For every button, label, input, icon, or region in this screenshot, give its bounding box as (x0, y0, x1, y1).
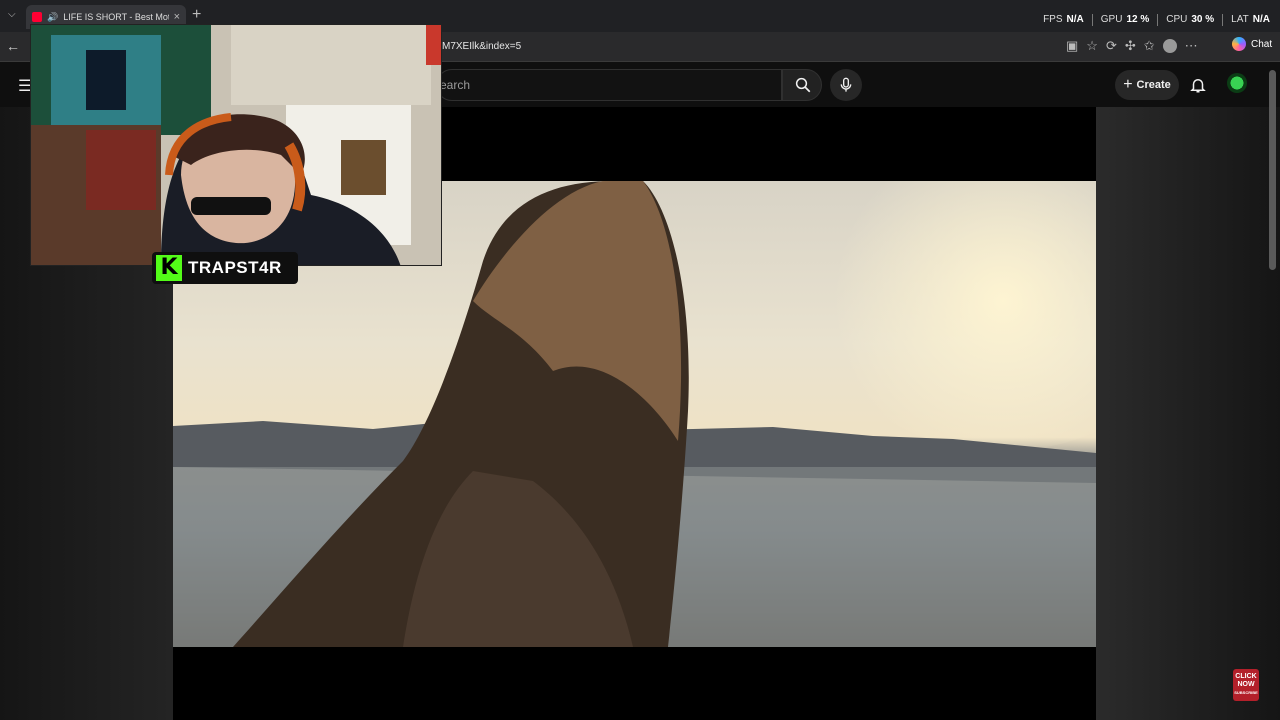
click-now-line: CLICK (1235, 673, 1257, 680)
divider (1222, 14, 1224, 26)
streamer-name: TRAPST4R (188, 258, 282, 277)
toolbar-icons: ▣ ☆ ⟳ ✣ ✩ ⋯ (1066, 38, 1198, 54)
youtube-favicon-icon (32, 12, 42, 22)
gpu-stat: GPU 12 % (1100, 14, 1150, 25)
chat-label: Chat (1251, 38, 1273, 50)
page-background-right (1096, 107, 1280, 720)
bell-icon (1190, 79, 1206, 93)
account-avatar[interactable] (1227, 73, 1247, 93)
speaker-icon[interactable]: 🔊 (47, 12, 58, 23)
tab-list-icon[interactable]: ⌵ (8, 9, 16, 20)
address-bar-url[interactable]: M7XEIlk&index=5 (442, 41, 521, 52)
copilot-chat-button[interactable]: Chat (1232, 37, 1272, 51)
tab-title: LIFE IS SHORT - Best Motivati (63, 12, 168, 22)
streamer-badge: K TRAPST4R (152, 252, 298, 284)
click-now-line: SUBSCRIBE (1234, 690, 1258, 695)
voice-search-button[interactable] (830, 69, 862, 101)
fps-stat: FPS N/A (1043, 14, 1084, 25)
click-now-subscribe-badge[interactable]: CLICK NOW SUBSCRIBE (1233, 669, 1259, 701)
kick-logo-icon: K (156, 255, 182, 281)
cpu-stat: CPU 30 % (1166, 14, 1215, 25)
notifications-button[interactable] (1189, 75, 1207, 100)
lat-stat: LAT N/A (1231, 14, 1270, 25)
webcam-overlay (30, 24, 442, 266)
refresh-icon[interactable]: ⟳ (1106, 38, 1117, 54)
webcam-feed (31, 25, 441, 265)
performance-overlay: FPS N/A GPU 12 % CPU 30 % LAT N/A (1043, 14, 1270, 26)
favorites-icon[interactable]: ✩ (1144, 38, 1155, 54)
copilot-icon (1232, 37, 1246, 51)
create-button[interactable]: + Create (1115, 70, 1179, 100)
reader-mode-icon[interactable]: ▣ (1066, 38, 1078, 54)
divider (1091, 14, 1093, 26)
back-arrow-icon[interactable]: ← (6, 38, 20, 54)
plus-icon: + (1123, 76, 1133, 93)
profile-avatar[interactable] (1162, 39, 1177, 53)
favorite-star-icon[interactable]: ☆ (1086, 38, 1098, 54)
search-placeholder: earch (440, 78, 471, 92)
tab-close-icon[interactable]: × (174, 11, 180, 23)
microphone-icon (840, 77, 852, 92)
create-label: Create (1136, 79, 1171, 91)
more-options-icon[interactable]: ⋯ (1185, 38, 1198, 54)
extensions-icon[interactable]: ✣ (1125, 38, 1136, 54)
scrollbar[interactable] (1269, 70, 1276, 270)
click-now-line: NOW (1237, 681, 1255, 688)
search-button[interactable] (782, 69, 822, 101)
new-tab-button[interactable]: + (192, 6, 201, 24)
search-icon (795, 77, 811, 93)
divider (1157, 14, 1159, 26)
search-input[interactable] (436, 69, 782, 101)
